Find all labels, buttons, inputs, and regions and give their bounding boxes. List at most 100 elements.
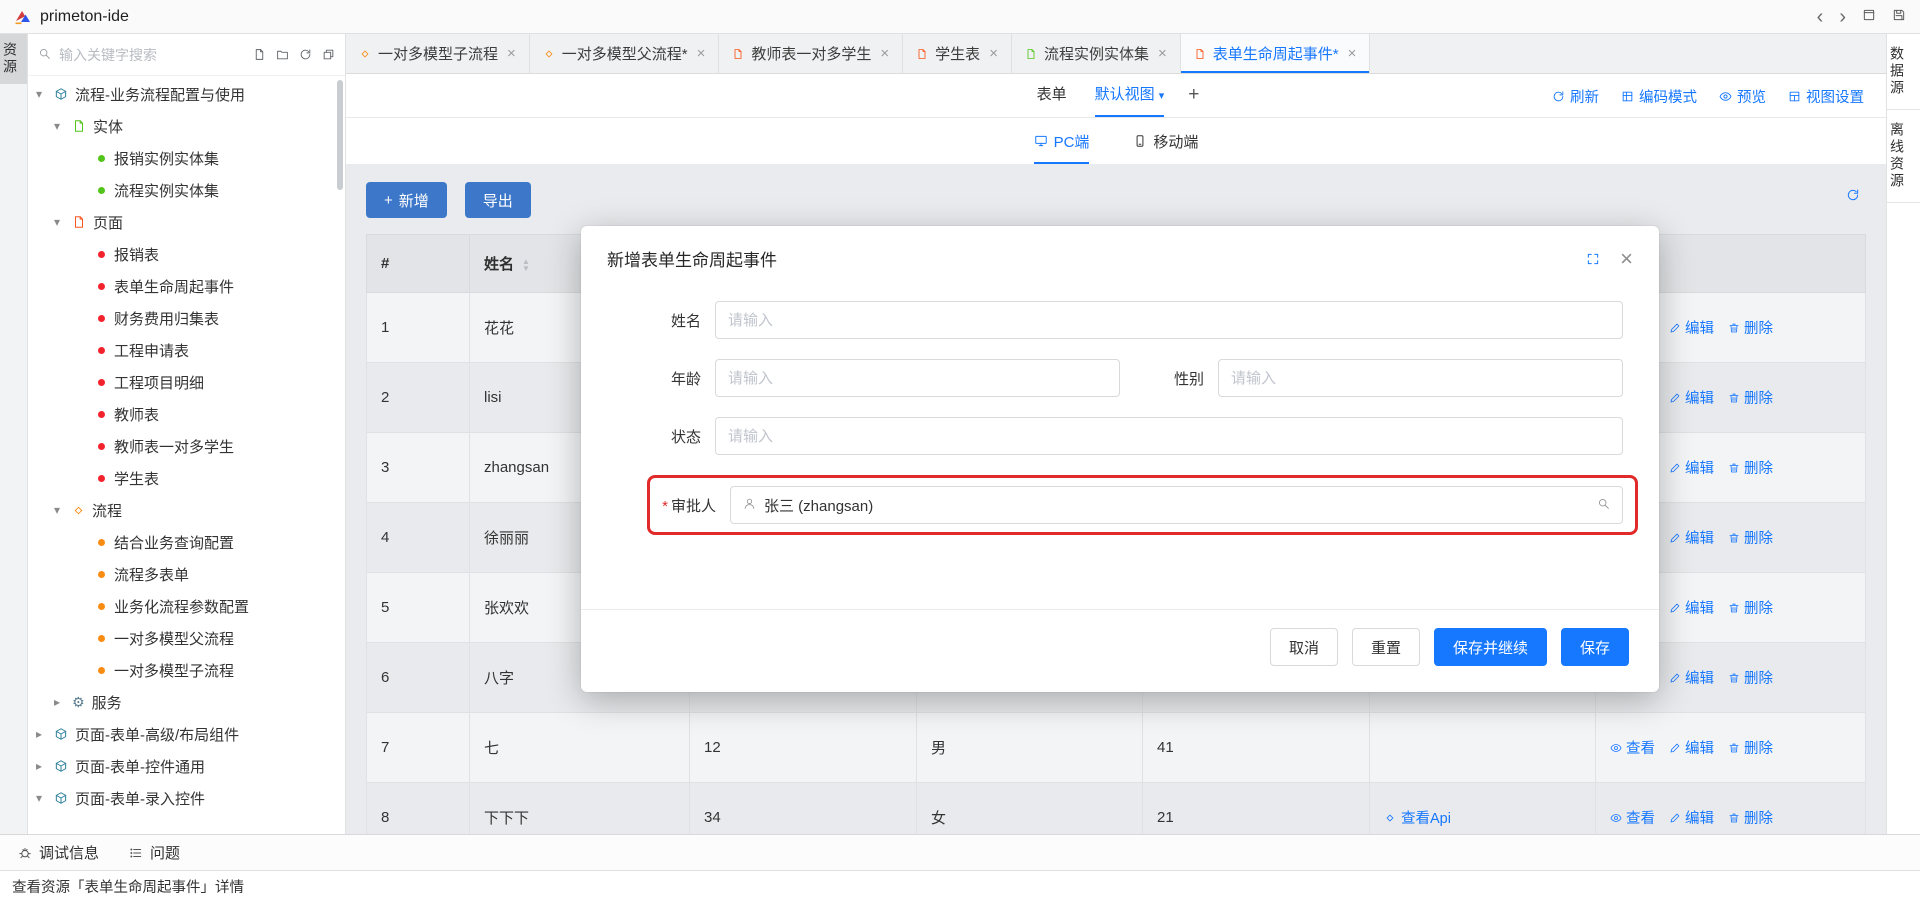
code-mode-button[interactable]: 编码模式 bbox=[1621, 86, 1697, 107]
tree-item[interactable]: 教师表 bbox=[28, 398, 345, 430]
caret-right-icon[interactable]: ▸ bbox=[36, 759, 52, 773]
gender-field[interactable] bbox=[1218, 359, 1623, 397]
tree-item[interactable]: ▾页面-表单-录入控件 bbox=[28, 782, 345, 814]
folder-icon[interactable] bbox=[276, 48, 289, 61]
caret-down-icon[interactable]: ▾ bbox=[54, 119, 70, 133]
refresh-button[interactable]: 刷新 bbox=[1552, 86, 1599, 107]
sidebar-scrollbar[interactable] bbox=[337, 80, 343, 190]
caret-down-icon[interactable]: ▾ bbox=[54, 503, 70, 517]
cancel-button[interactable]: 取消 bbox=[1270, 628, 1338, 666]
tree-item[interactable]: 业务化流程参数配置 bbox=[28, 590, 345, 622]
fullscreen-icon[interactable] bbox=[1586, 252, 1600, 266]
edit-link[interactable]: 编辑 bbox=[1669, 667, 1714, 688]
view-link[interactable]: 查看 bbox=[1610, 737, 1655, 758]
refresh-icon[interactable] bbox=[299, 48, 312, 61]
delete-link[interactable]: 删除 bbox=[1728, 597, 1773, 618]
tree-item[interactable]: ▾流程 bbox=[28, 494, 345, 526]
edit-link[interactable]: 编辑 bbox=[1669, 807, 1714, 828]
search-icon[interactable] bbox=[1597, 497, 1610, 513]
edit-link[interactable]: 编辑 bbox=[1669, 457, 1714, 478]
tree-item[interactable]: ▾页面 bbox=[28, 206, 345, 238]
tab-mobile[interactable]: 移动端 bbox=[1133, 118, 1198, 164]
tree-item[interactable]: 报销实例实体集 bbox=[28, 142, 345, 174]
view-api-link[interactable]: 查看Api bbox=[1384, 807, 1451, 828]
delete-link[interactable]: 删除 bbox=[1728, 317, 1773, 338]
rail-tab-datasource[interactable]: 数据源 bbox=[1887, 34, 1920, 110]
preview-button[interactable]: 预览 bbox=[1719, 86, 1766, 107]
tree-item[interactable]: ▸页面-表单-高级/布局组件 bbox=[28, 718, 345, 750]
tab-form-lifecycle-event[interactable]: 表单生命周起事件*× bbox=[1181, 34, 1371, 73]
delete-link[interactable]: 删除 bbox=[1728, 387, 1773, 408]
forward-icon[interactable]: › bbox=[1839, 7, 1846, 27]
delete-link[interactable]: 删除 bbox=[1728, 807, 1773, 828]
form-tab[interactable]: 表单 bbox=[1037, 74, 1067, 117]
tree-item[interactable]: ▸⚙服务 bbox=[28, 686, 345, 718]
name-field[interactable] bbox=[715, 301, 1623, 339]
rail-tab-offline-resources[interactable]: 离线资源 bbox=[1887, 110, 1920, 203]
caret-down-icon[interactable]: ▾ bbox=[36, 791, 52, 805]
tree-item[interactable]: 工程申请表 bbox=[28, 334, 345, 366]
reset-button[interactable]: 重置 bbox=[1352, 628, 1420, 666]
default-view-tab[interactable]: 默认视图▾ bbox=[1095, 74, 1165, 117]
tree-item[interactable]: 报销表 bbox=[28, 238, 345, 270]
save-icon[interactable] bbox=[1892, 8, 1906, 25]
close-tab-icon[interactable]: × bbox=[697, 45, 706, 62]
tree-item[interactable]: 流程实例实体集 bbox=[28, 174, 345, 206]
tab-teacher-students[interactable]: 教师表一对多学生× bbox=[719, 34, 903, 73]
edit-link[interactable]: 编辑 bbox=[1669, 597, 1714, 618]
delete-link[interactable]: 删除 bbox=[1728, 667, 1773, 688]
edit-link[interactable]: 编辑 bbox=[1669, 737, 1714, 758]
tree-item[interactable]: 一对多模型父流程 bbox=[28, 622, 345, 654]
tree-item[interactable]: 表单生命周起事件 bbox=[28, 270, 345, 302]
tree-item[interactable]: 一对多模型子流程 bbox=[28, 654, 345, 686]
tree-item[interactable]: 教师表一对多学生 bbox=[28, 430, 345, 462]
save-and-continue-button[interactable]: 保存并继续 bbox=[1434, 628, 1547, 666]
rail-tab-resources[interactable]: 资源 bbox=[0, 34, 27, 84]
close-tab-icon[interactable]: × bbox=[1158, 45, 1167, 62]
tab-problems[interactable]: 问题 bbox=[129, 842, 180, 863]
caret-down-icon[interactable]: ▾ bbox=[54, 215, 70, 229]
delete-link[interactable]: 删除 bbox=[1728, 457, 1773, 478]
tree-item[interactable]: ▸页面-表单-控件通用 bbox=[28, 750, 345, 782]
tree-item[interactable]: 流程多表单 bbox=[28, 558, 345, 590]
edit-link[interactable]: 编辑 bbox=[1669, 527, 1714, 548]
reveal-file-icon[interactable] bbox=[253, 48, 266, 61]
close-tab-icon[interactable]: × bbox=[1348, 45, 1357, 62]
close-tab-icon[interactable]: × bbox=[880, 45, 889, 62]
tab-process-instance-entity[interactable]: 流程实例实体集× bbox=[1012, 34, 1181, 73]
sort-icons[interactable]: ▲▼ bbox=[522, 258, 530, 272]
close-tab-icon[interactable]: × bbox=[507, 45, 516, 62]
view-link[interactable]: 查看 bbox=[1610, 807, 1655, 828]
tree-item[interactable]: 财务费用归集表 bbox=[28, 302, 345, 334]
view-settings-button[interactable]: 视图设置 bbox=[1788, 86, 1864, 107]
tab-one-to-many-parent-process[interactable]: 一对多模型父流程*× bbox=[530, 34, 720, 73]
tree-item[interactable]: ▾流程-业务流程配置与使用 bbox=[28, 78, 345, 110]
table-refresh-icon[interactable] bbox=[1846, 188, 1860, 202]
caret-right-icon[interactable]: ▸ bbox=[36, 727, 52, 741]
approver-field[interactable]: 张三 (zhangsan) bbox=[730, 486, 1623, 524]
tree-item[interactable]: ▾实体 bbox=[28, 110, 345, 142]
caret-down-icon[interactable]: ▾ bbox=[36, 87, 52, 101]
collapse-all-icon[interactable] bbox=[322, 48, 335, 61]
tree-item[interactable]: 工程项目明细 bbox=[28, 366, 345, 398]
tab-pc[interactable]: PC端 bbox=[1034, 118, 1090, 164]
delete-link[interactable]: 删除 bbox=[1728, 737, 1773, 758]
tab-one-to-many-child-process[interactable]: 一对多模型子流程× bbox=[346, 34, 530, 73]
caret-right-icon[interactable]: ▸ bbox=[54, 695, 70, 709]
tree-item[interactable]: 学生表 bbox=[28, 462, 345, 494]
status-field[interactable] bbox=[715, 417, 1623, 455]
edit-link[interactable]: 编辑 bbox=[1669, 387, 1714, 408]
tab-student-table[interactable]: 学生表× bbox=[903, 34, 1012, 73]
add-view-button[interactable]: + bbox=[1188, 74, 1199, 117]
back-icon[interactable]: ‹ bbox=[1817, 7, 1824, 27]
close-icon[interactable]: × bbox=[1620, 248, 1633, 270]
close-tab-icon[interactable]: × bbox=[989, 45, 998, 62]
search-input[interactable] bbox=[57, 46, 253, 64]
edit-link[interactable]: 编辑 bbox=[1669, 317, 1714, 338]
save-button[interactable]: 保存 bbox=[1561, 628, 1629, 666]
window-icon[interactable] bbox=[1862, 8, 1876, 25]
export-button[interactable]: 导出 bbox=[465, 182, 531, 218]
tree-item[interactable]: 结合业务查询配置 bbox=[28, 526, 345, 558]
delete-link[interactable]: 删除 bbox=[1728, 527, 1773, 548]
tab-debug-info[interactable]: 调试信息 bbox=[18, 842, 99, 863]
